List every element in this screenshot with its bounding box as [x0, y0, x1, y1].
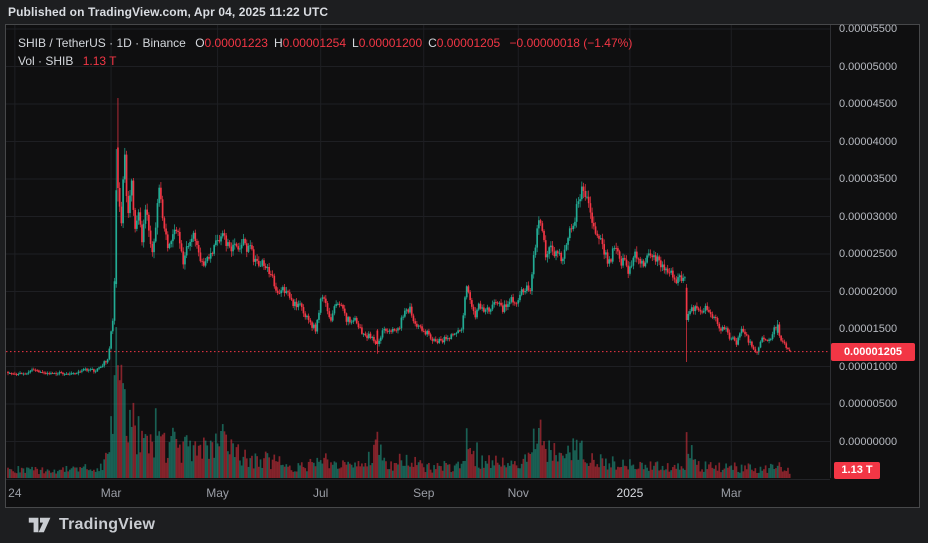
ohlc-value: 0.00001223 [205, 36, 274, 50]
price-tick-label: 0.00004000 [839, 135, 897, 149]
price-tick-label: 0.00002500 [839, 247, 897, 261]
ohlc-letter: C [428, 36, 437, 50]
symbol-title[interactable]: SHIB / TetherUS · 1D · Binance [18, 36, 186, 50]
time-tick-label: Jul [313, 486, 328, 500]
time-tick-label: Mar [101, 486, 122, 500]
brand-name[interactable]: TradingView [59, 516, 155, 534]
ohlc-letter: L [352, 36, 359, 50]
change-value: −0.00000018 (−1.47%) [510, 36, 633, 50]
tradingview-published-snapshot: Published on TradingView.com, Apr 04, 20… [0, 0, 928, 543]
price-tick-label: 0.00003500 [839, 172, 897, 186]
published-info-bar: Published on TradingView.com, Apr 04, 20… [8, 3, 328, 21]
symbol-row: SHIB / TetherUS · 1D · Binance O0.000012… [18, 34, 632, 52]
price-tick-label: 0.00000000 [839, 435, 897, 449]
chart-widget: SHIB / TetherUS · 1D · Binance O0.000012… [5, 24, 920, 508]
volume-row: Vol · SHIB 1.13 T [18, 52, 632, 70]
time-axis[interactable]: 24 Mar May Jul Sep Nov 2025 Mar [6, 479, 830, 507]
price-tick-label: 0.00002000 [839, 285, 897, 299]
time-tick-label: Mar [721, 486, 742, 500]
volume-value-badge: 1.13 T [834, 462, 880, 479]
published-text: Published on TradingView.com, Apr 04, 20… [8, 5, 328, 19]
volume-label[interactable]: Vol · SHIB [18, 54, 73, 68]
time-tick-label: 24 [8, 486, 21, 500]
candlestick-chart-canvas[interactable] [6, 25, 830, 479]
volume-value: 1.13 T [83, 54, 117, 68]
ohlc-letter: H [274, 36, 283, 50]
time-tick-label: Nov [508, 486, 529, 500]
ohlc-value: 0.00001254 [283, 36, 352, 50]
time-tick-label: May [206, 486, 229, 500]
tradingview-logo-icon[interactable] [28, 515, 52, 535]
time-tick-label: Sep [413, 486, 434, 500]
footer-bar: TradingView [28, 514, 155, 536]
price-tick-label: 0.00000500 [839, 397, 897, 411]
ohlc-value: 0.00001200 [359, 36, 428, 50]
price-tick-label: 0.00001000 [839, 360, 897, 374]
price-tick-label: 0.00004500 [839, 97, 897, 111]
price-axis[interactable]: 0.00005500 0.00005000 0.00004500 0.00004000… [830, 25, 919, 478]
price-tick-label: 0.00005500 [839, 22, 897, 36]
ohlc-values: O0.00001223 H0.00001254 L0.00001200 C0.0… [195, 36, 506, 50]
chart-legend: SHIB / TetherUS · 1D · Binance O0.000012… [18, 34, 632, 70]
price-tick-label: 0.00003000 [839, 210, 897, 224]
ohlc-value: 0.00001205 [437, 36, 506, 50]
time-tick-label: 2025 [617, 486, 644, 500]
ohlc-letter: O [195, 36, 204, 50]
price-tick-label: 0.00001500 [839, 322, 897, 336]
price-tick-label: 0.00005000 [839, 60, 897, 74]
last-price-badge: 0.00001205 [831, 343, 915, 361]
